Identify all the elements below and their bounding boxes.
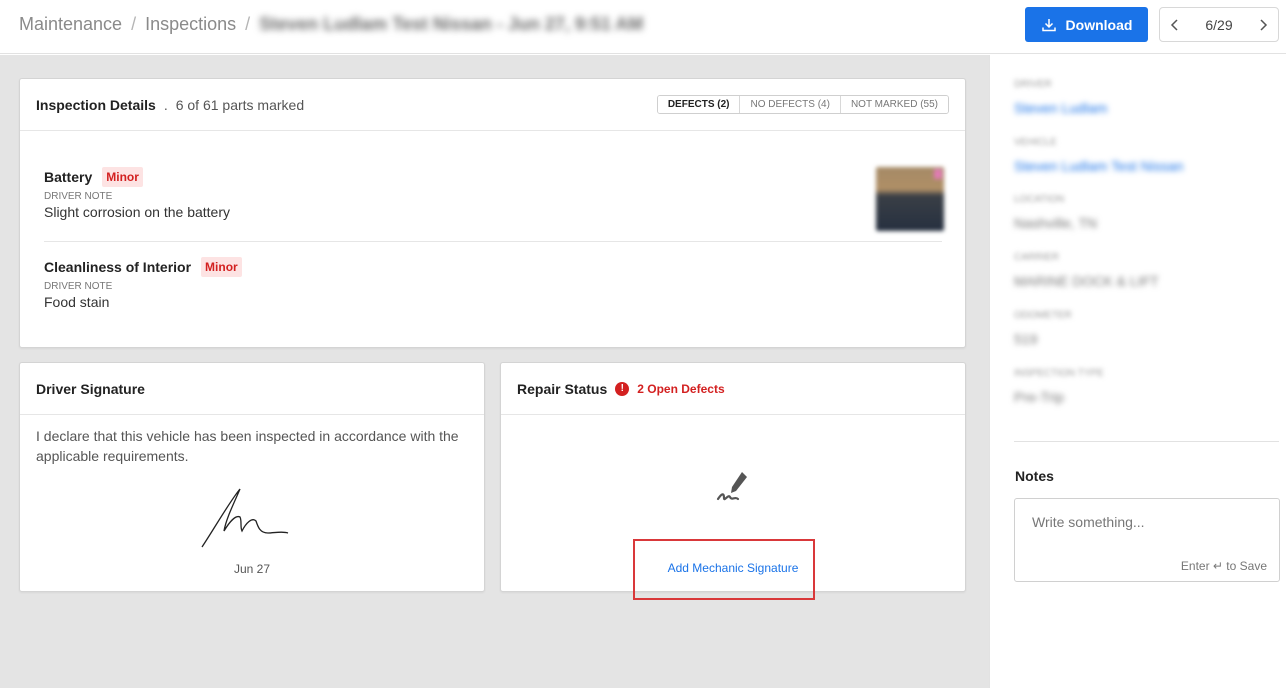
alert-icon: ! [615, 381, 630, 396]
info-label: Driver [1014, 79, 1052, 90]
download-icon [1041, 18, 1056, 31]
info-odometer: Odometer 519 [1014, 310, 1264, 347]
tab-defects[interactable]: DEFECTS (2) [657, 96, 740, 113]
breadcrumb-maintenance[interactable]: Maintenance [19, 14, 122, 35]
defect-item: Battery Minor DRIVER NOTE Slight corrosi… [44, 167, 942, 220]
severity-badge: Minor [102, 167, 143, 187]
prev-button[interactable] [1160, 8, 1190, 41]
info-label: Odometer [1014, 310, 1072, 321]
tab-no-defects[interactable]: NO DEFECTS (4) [739, 96, 840, 113]
info-location: Location Nashville, TN [1014, 194, 1264, 231]
pager-count: 6/29 [1205, 17, 1232, 33]
info-label: Location [1014, 194, 1065, 205]
details-side-panel: Driver Steven Ludlam Vehicle Steven Ludl… [989, 55, 1286, 688]
info-carrier: Carrier MARINE DOCK & LIFT [1014, 252, 1264, 289]
defect-title: Battery Minor [44, 167, 942, 187]
info-label: Carrier [1014, 252, 1060, 263]
chevron-left-icon [1170, 18, 1178, 31]
breadcrumb-separator: / [131, 14, 137, 34]
inspection-details-card: Inspection Details . 6 of 61 parts marke… [19, 78, 966, 348]
defect-filter-tabs: DEFECTS (2) NO DEFECTS (4) NOT MARKED (5… [656, 95, 949, 114]
defect-name: Cleanliness of Interior [44, 259, 192, 275]
breadcrumb: Maintenance / Inspections / Steven Ludla… [19, 14, 643, 35]
defect-item: Cleanliness of Interior Minor DRIVER NOT… [44, 257, 942, 310]
info-vehicle: Vehicle Steven Ludlam Test Nissan [1014, 137, 1264, 174]
info-label: Vehicle [1014, 137, 1057, 148]
open-defects-count: 2 Open Defects [637, 381, 725, 396]
notes-input[interactable]: Write something... Enter ↵ to Save [1014, 498, 1280, 582]
signature-date: Jun 27 [233, 562, 271, 576]
info-value: 519 [1014, 331, 1038, 347]
declaration-text: I declare that this vehicle has been ins… [36, 428, 459, 464]
download-button[interactable]: Download [1025, 7, 1148, 42]
main-content: Inspection Details . 6 of 61 parts marke… [0, 55, 989, 688]
info-label: Inspection Type [1014, 368, 1104, 379]
driver-link[interactable]: Steven Ludlam [1014, 100, 1264, 116]
signature-pen-icon [716, 472, 747, 501]
notes-title: Notes [1015, 468, 1054, 484]
driver-signature-image [201, 488, 289, 548]
driver-signature-title: Driver Signature [36, 380, 145, 397]
pager-total: 29 [1217, 16, 1233, 33]
inspection-details-title: Inspection Details [36, 96, 156, 113]
defect-divider [44, 241, 942, 242]
breadcrumb-current: Steven Ludlam Test Nissan - Jun 27, 9:51… [259, 14, 644, 34]
download-label: Download [1065, 16, 1133, 33]
parts-marked-summary: 6 of 61 parts marked [175, 96, 305, 113]
chevron-right-icon [1260, 18, 1268, 31]
photo-detail [934, 169, 942, 179]
info-inspection-type: Inspection Type Pre-Trip [1014, 368, 1264, 405]
side-divider [1014, 441, 1279, 442]
notes-placeholder: Write something... [1032, 514, 1145, 530]
next-button[interactable] [1248, 8, 1278, 41]
defect-name: Battery [44, 169, 93, 185]
page-header: Maintenance / Inspections / Steven Ludla… [0, 0, 1286, 54]
driver-signature-card: Driver Signature I declare that this veh… [19, 362, 485, 592]
pager-current: 6 [1205, 16, 1214, 33]
info-value: MARINE DOCK & LIFT [1014, 273, 1159, 289]
info-value: Nashville, TN [1014, 215, 1097, 231]
driver-note-text: Slight corrosion on the battery [44, 204, 230, 220]
driver-note-label: DRIVER NOTE [44, 191, 113, 202]
highlight-box [633, 539, 815, 600]
info-driver: Driver Steven Ludlam [1014, 79, 1264, 116]
severity-badge: Minor [201, 257, 242, 277]
save-hint: Enter ↵ to Save [1180, 559, 1267, 573]
defect-photo-thumbnail[interactable] [876, 167, 944, 231]
driver-signature-header: Driver Signature [20, 363, 484, 415]
tab-not-marked[interactable]: NOT MARKED (55) [839, 96, 948, 113]
breadcrumb-inspections[interactable]: Inspections [145, 14, 236, 35]
breadcrumb-separator: / [245, 14, 251, 34]
vehicle-link[interactable]: Steven Ludlam Test Nissan [1014, 158, 1264, 174]
repair-status-header: Repair Status ! 2 Open Defects [501, 363, 965, 415]
repair-status-title: Repair Status [517, 380, 608, 397]
inspection-pager: 6/29 [1159, 7, 1279, 42]
driver-note-text: Food stain [44, 294, 110, 310]
defect-title: Cleanliness of Interior Minor [44, 257, 942, 277]
info-value: Pre-Trip [1014, 389, 1065, 405]
driver-note-label: DRIVER NOTE [44, 281, 113, 292]
summary-dot: . [163, 96, 168, 113]
